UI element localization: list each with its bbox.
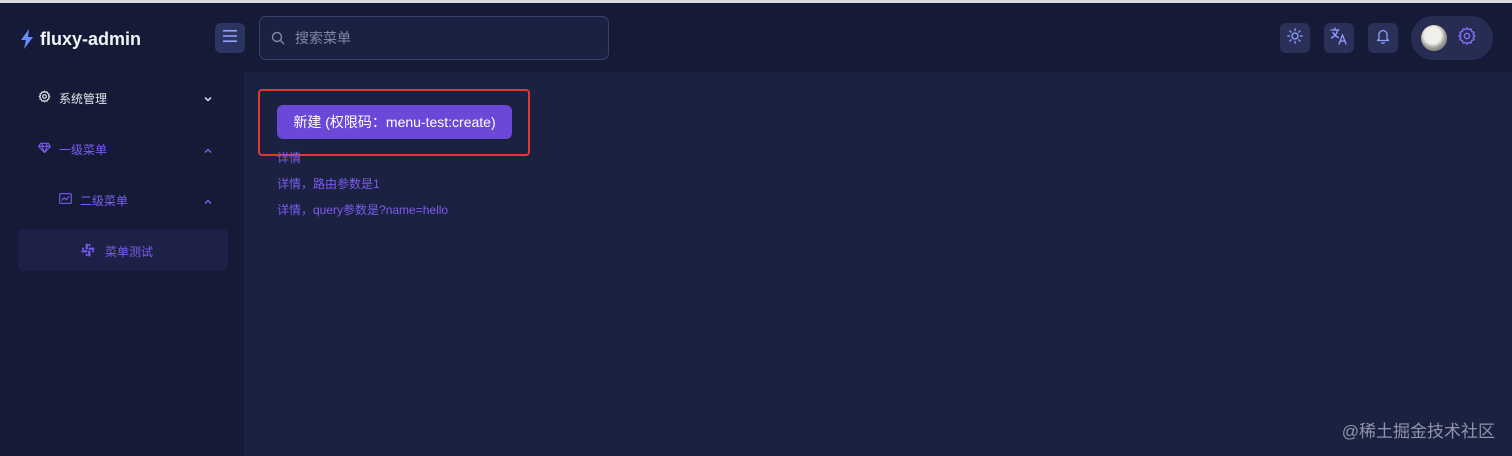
top-header: fluxy-admin xyxy=(0,3,1512,72)
app-title: fluxy-admin xyxy=(40,28,142,49)
chevron-up-icon xyxy=(203,195,213,209)
app-logo[interactable]: fluxy-admin xyxy=(20,25,141,53)
gem-icon xyxy=(38,142,51,157)
chevron-down-icon xyxy=(203,92,213,106)
slack-icon xyxy=(81,243,95,260)
sidebar-item-label: 系统管理 xyxy=(59,91,108,106)
search-input[interactable] xyxy=(293,29,583,47)
detail-link[interactable]: 详情 xyxy=(277,149,301,166)
detail-query-param-link[interactable]: 详情，query参数是?name=hello xyxy=(277,201,448,218)
sidebar-item-menu-test[interactable]: 菜单测试 xyxy=(81,243,221,259)
sidebar-item-label: 一级菜单 xyxy=(59,142,108,157)
menu-icon xyxy=(223,29,237,47)
avatar[interactable] xyxy=(1421,25,1447,51)
gear-icon[interactable] xyxy=(1457,26,1477,51)
sidebar-item-label: 二级菜单 xyxy=(80,193,129,208)
annotation-highlight-box xyxy=(258,89,530,156)
notifications-button[interactable] xyxy=(1368,23,1398,53)
gear-icon xyxy=(38,90,51,106)
watermark: @稀土掘金技术社区 xyxy=(1341,422,1495,441)
sidebar-item-level1[interactable]: 一级菜单 xyxy=(38,141,218,157)
chevron-up-icon xyxy=(203,144,213,158)
theme-toggle-button[interactable] xyxy=(1280,23,1310,53)
bell-icon xyxy=(1376,28,1390,49)
search-box[interactable] xyxy=(259,16,609,60)
user-menu[interactable] xyxy=(1411,16,1493,60)
sidebar-toggle-button[interactable] xyxy=(215,23,245,53)
sidebar-item-system[interactable]: 系统管理 xyxy=(38,90,218,106)
translate-icon xyxy=(1330,26,1348,50)
sidebar-item-label: 菜单测试 xyxy=(105,244,154,259)
language-button[interactable] xyxy=(1324,23,1354,53)
sidebar-item-level2[interactable]: 二级菜单 xyxy=(59,192,218,208)
chart-icon xyxy=(59,193,72,207)
search-icon xyxy=(271,31,285,45)
lightning-icon xyxy=(20,29,34,49)
sun-icon xyxy=(1287,27,1303,49)
detail-route-param-link[interactable]: 详情，路由参数是1 xyxy=(277,175,380,192)
